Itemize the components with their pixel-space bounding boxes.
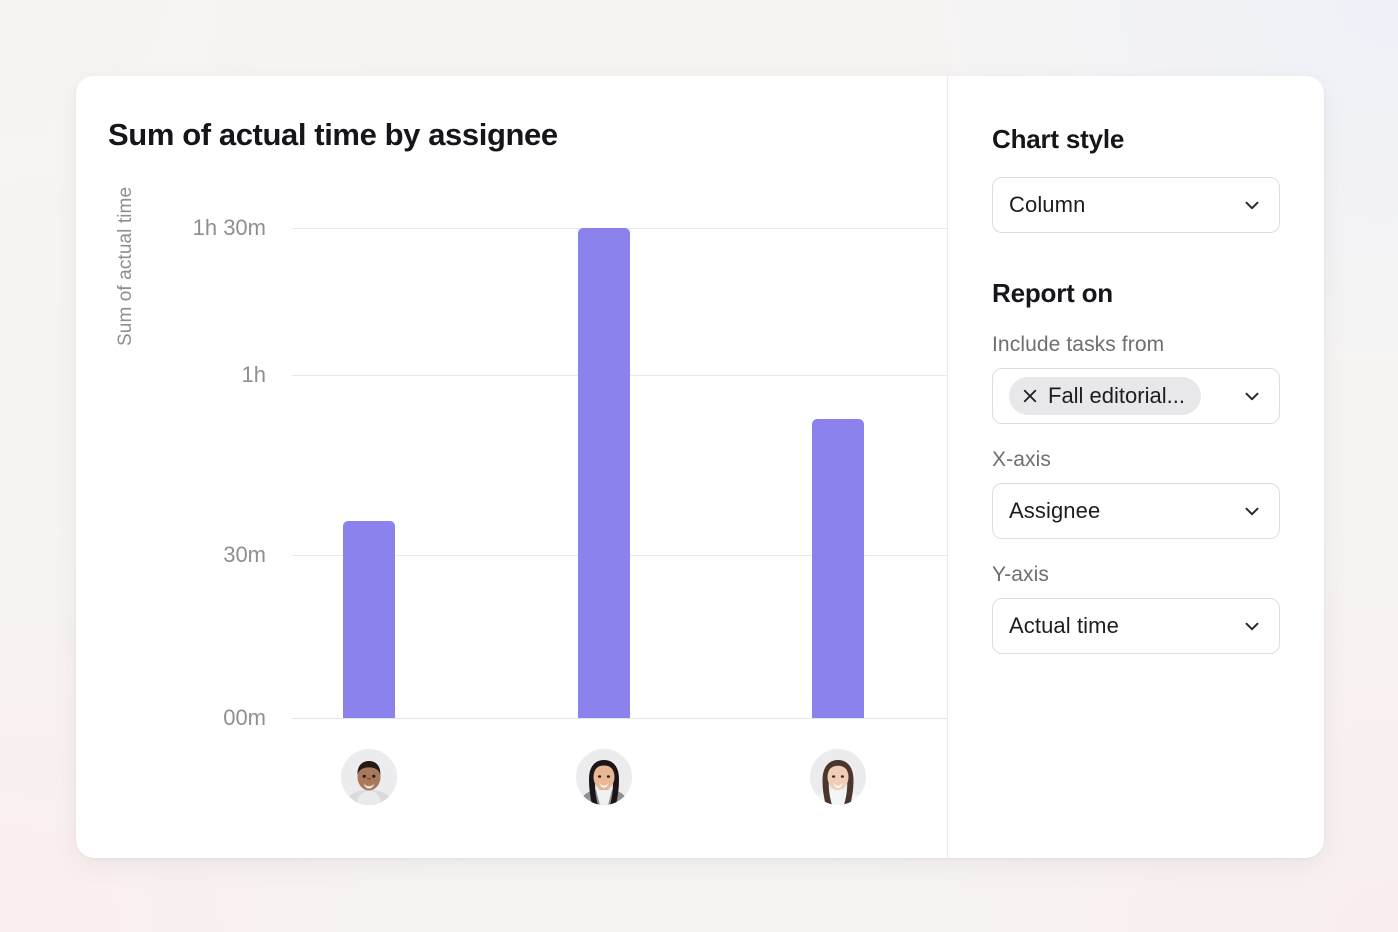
project-chip-label: Fall editorial...: [1048, 383, 1185, 408]
y-axis-value: Actual time: [1009, 613, 1119, 638]
x-axis-avatars: [292, 76, 947, 858]
project-chip[interactable]: Fall editorial...: [1009, 377, 1201, 415]
include-tasks-from-label: Include tasks from: [992, 333, 1165, 356]
avatar-image: [576, 749, 632, 805]
include-tasks-from-select[interactable]: Fall editorial...: [992, 368, 1280, 424]
report-on-heading: Report on: [992, 278, 1113, 308]
chevron-down-icon: [1241, 194, 1263, 216]
chevron-down-icon: [1241, 615, 1263, 637]
y-axis-title: Sum of actual time: [115, 186, 136, 346]
chart-plot-area: Sum of actual time 1h 30m 1h 30m 00m: [76, 76, 947, 858]
x-axis-value: Assignee: [1009, 498, 1101, 523]
x-axis-label: X-axis: [992, 448, 1051, 471]
chart-pane: Sum of actual time by assignee Sum of ac…: [76, 76, 948, 858]
close-icon[interactable]: [1021, 387, 1039, 405]
y-axis-tick: 1h: [241, 362, 266, 387]
y-axis-tick: 00m: [223, 705, 266, 730]
avatar-image: [810, 749, 866, 805]
x-axis-select[interactable]: Assignee: [992, 483, 1280, 539]
report-card: Sum of actual time by assignee Sum of ac…: [76, 76, 1324, 858]
avatar-assignee-1[interactable]: [341, 749, 397, 805]
chevron-down-icon: [1241, 500, 1263, 522]
chevron-down-icon: [1241, 385, 1263, 407]
settings-pane: Chart style Column Report on Include tas…: [948, 76, 1324, 858]
avatar-image: [341, 749, 397, 805]
y-axis-tick: 1h 30m: [192, 215, 266, 240]
avatar-assignee-3[interactable]: [810, 749, 866, 805]
y-axis-label: Y-axis: [992, 563, 1050, 586]
chart-style-select[interactable]: Column: [992, 177, 1280, 233]
y-axis-tick-labels: 1h 30m 1h 30m 00m: [136, 76, 266, 858]
chart-style-heading: Chart style: [992, 124, 1125, 154]
avatar-assignee-2[interactable]: [576, 749, 632, 805]
y-axis-tick: 30m: [223, 542, 266, 567]
y-axis-select[interactable]: Actual time: [992, 598, 1280, 654]
chart-style-value: Column: [1009, 192, 1086, 217]
